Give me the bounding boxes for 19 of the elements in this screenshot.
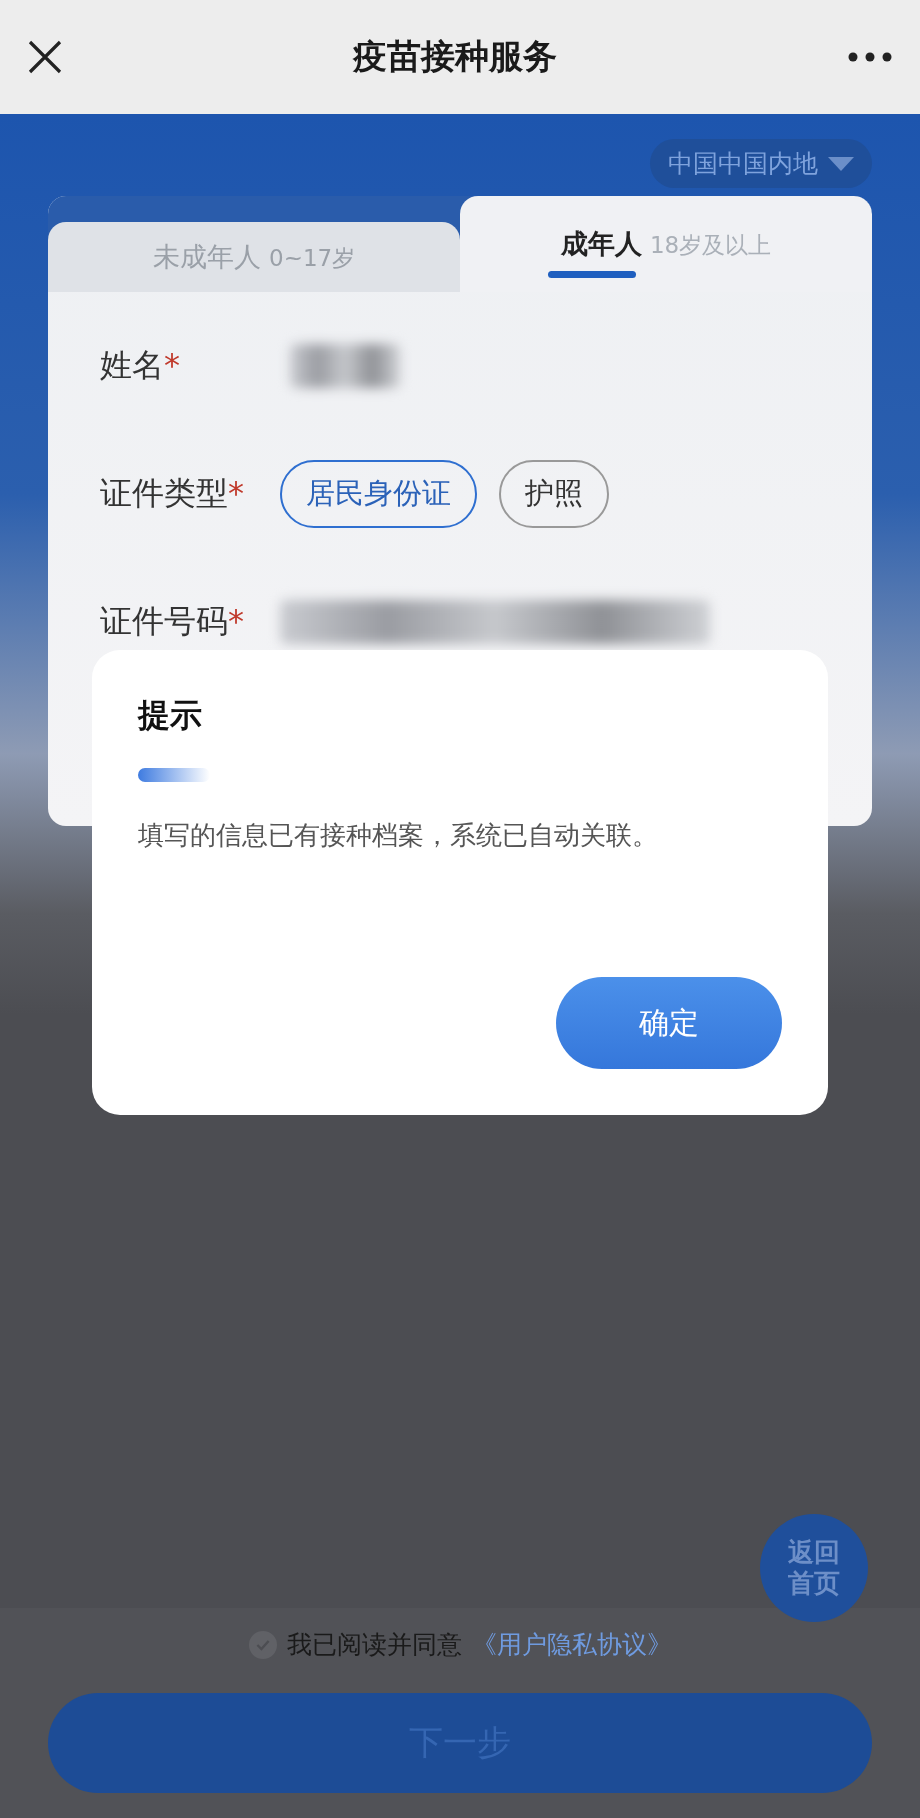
region-selector[interactable]: 中国中国内地 — [650, 139, 872, 188]
id-type-option[interactable]: 居民身份证 — [280, 460, 477, 528]
age-tab[interactable]: 未成年人 0~17岁 — [48, 222, 460, 292]
close-icon[interactable] — [28, 40, 62, 74]
more-icon[interactable] — [848, 52, 892, 62]
page-title: 疫苗接种服务 — [353, 35, 557, 78]
age-tab[interactable]: 成年人 18岁及以上 — [460, 196, 872, 292]
id-type-option[interactable]: 护照 — [499, 460, 609, 528]
privacy-link[interactable]: 《用户隐私协议》 — [471, 1628, 672, 1661]
accent-bar — [138, 768, 210, 782]
confirm-button[interactable]: 确定 — [556, 977, 782, 1069]
field-label: 证件类型* — [100, 473, 245, 514]
dialog-title: 提示 — [138, 695, 203, 736]
caret-icon — [828, 156, 854, 171]
dialog-message: 填写的信息已有接种档案，系统已自动关联。 — [138, 819, 659, 852]
field-label: 证件号码* — [100, 601, 245, 642]
field-label: 姓名* — [100, 345, 181, 386]
agreement-text: 我已阅读并同意 — [286, 1629, 462, 1661]
home-button[interactable]: 返回 首页 — [760, 1514, 868, 1622]
